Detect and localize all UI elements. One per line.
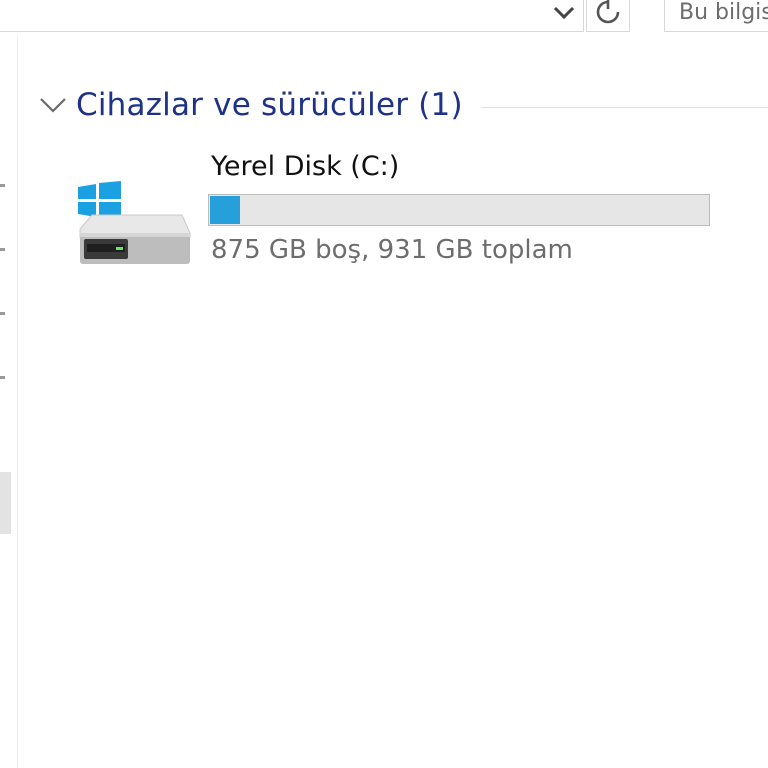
nav-expand-icon[interactable] <box>0 376 5 379</box>
toolbar <box>0 0 768 36</box>
drive-item-c[interactable]: Yerel Disk (C:) 875 GB boş, 931 GB topla… <box>70 145 730 275</box>
group-divider-line <box>480 106 768 108</box>
windows-drive-icon <box>78 181 191 264</box>
search-box[interactable] <box>664 0 768 32</box>
usage-bar <box>208 194 710 226</box>
search-input[interactable] <box>679 0 768 29</box>
refresh-button[interactable] <box>586 0 630 32</box>
navigation-pane <box>0 36 14 768</box>
nav-expand-icon[interactable] <box>0 312 5 315</box>
group-title: Cihazlar ve sürücüler (1) <box>76 87 463 123</box>
nav-expand-icon[interactable] <box>0 184 5 187</box>
drive-space-text: 875 GB boş, 931 GB toplam <box>211 235 573 265</box>
pane-divider[interactable] <box>17 36 18 768</box>
address-bar[interactable] <box>0 0 584 32</box>
address-dropdown-button[interactable] <box>546 0 582 30</box>
group-header-devices[interactable]: Cihazlar ve sürücüler (1) <box>36 80 768 130</box>
refresh-icon <box>596 0 620 24</box>
nav-expand-icon[interactable] <box>0 248 5 251</box>
chevron-down-icon[interactable] <box>36 88 70 122</box>
nav-item-selected[interactable] <box>0 472 11 534</box>
drive-name: Yerel Disk (C:) <box>211 151 400 182</box>
chevron-down-icon <box>553 6 575 20</box>
explorer-window: Cihazlar ve sürücüler (1) Yerel Disk (C:… <box>0 0 768 768</box>
usage-bar-fill <box>210 196 240 224</box>
